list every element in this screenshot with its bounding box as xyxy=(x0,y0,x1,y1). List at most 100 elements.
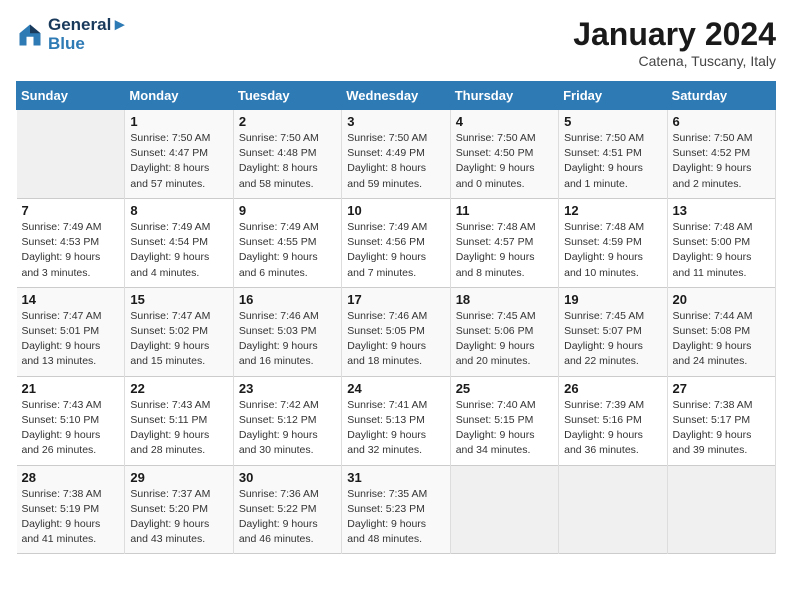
day-number: 19 xyxy=(564,292,661,307)
day-info: Sunrise: 7:45 AMSunset: 5:07 PMDaylight:… xyxy=(564,309,661,370)
day-info: Sunrise: 7:50 AMSunset: 4:51 PMDaylight:… xyxy=(564,131,661,192)
day-info: Sunrise: 7:50 AMSunset: 4:49 PMDaylight:… xyxy=(347,131,444,192)
weekday-header-sunday: Sunday xyxy=(17,82,125,110)
day-cell: 29Sunrise: 7:37 AMSunset: 5:20 PMDayligh… xyxy=(125,465,233,554)
day-info: Sunrise: 7:50 AMSunset: 4:50 PMDaylight:… xyxy=(456,131,553,192)
day-number: 1 xyxy=(130,114,227,129)
day-info: Sunrise: 7:46 AMSunset: 5:03 PMDaylight:… xyxy=(239,309,336,370)
day-cell: 19 Sunrise: 7:45 AMSunset: 5:07 PMDayligh… xyxy=(559,287,667,376)
day-number: 10 xyxy=(347,203,444,218)
day-info: Sunrise: 7:43 AMSunset: 5:10 PMDaylight:… xyxy=(22,398,120,459)
weekday-header-thursday: Thursday xyxy=(450,82,558,110)
day-cell xyxy=(17,110,125,199)
day-cell: 5 Sunrise: 7:50 AMSunset: 4:51 PMDaylight… xyxy=(559,110,667,199)
day-number: 13 xyxy=(673,203,770,218)
day-cell: 13 Sunrise: 7:48 AMSunset: 5:00 PMDayligh… xyxy=(667,198,775,287)
day-cell: 16 Sunrise: 7:46 AMSunset: 5:03 PMDayligh… xyxy=(233,287,341,376)
day-info: Sunrise: 7:42 AMSunset: 5:12 PMDaylight:… xyxy=(239,398,336,459)
day-number: 7 xyxy=(22,203,120,218)
day-number: 12 xyxy=(564,203,661,218)
day-number: 16 xyxy=(239,292,336,307)
day-number: 4 xyxy=(456,114,553,129)
day-number: 6 xyxy=(673,114,770,129)
day-cell: 15Sunrise: 7:47 AMSunset: 5:02 PMDayligh… xyxy=(125,287,233,376)
day-info: Sunrise: 7:48 AMSunset: 4:57 PMDaylight:… xyxy=(456,220,553,281)
day-number: 17 xyxy=(347,292,444,307)
day-info: Sunrise: 7:49 AMSunset: 4:53 PMDaylight:… xyxy=(22,220,120,281)
day-info: Sunrise: 7:44 AMSunset: 5:08 PMDaylight:… xyxy=(673,309,770,370)
day-info: Sunrise: 7:41 AMSunset: 5:13 PMDaylight:… xyxy=(347,398,444,459)
day-number: 20 xyxy=(673,292,770,307)
day-info: Sunrise: 7:40 AMSunset: 5:15 PMDaylight:… xyxy=(456,398,553,459)
day-number: 27 xyxy=(673,381,770,396)
day-cell: 1Sunrise: 7:50 AMSunset: 4:47 PMDaylight… xyxy=(125,110,233,199)
weekday-header-monday: Monday xyxy=(125,82,233,110)
day-number: 15 xyxy=(130,292,227,307)
day-cell: 20 Sunrise: 7:44 AMSunset: 5:08 PMDayligh… xyxy=(667,287,775,376)
logo-text: General► Blue xyxy=(48,16,128,53)
day-info: Sunrise: 7:38 AMSunset: 5:17 PMDaylight:… xyxy=(673,398,770,459)
day-number: 11 xyxy=(456,203,553,218)
weekday-header-wednesday: Wednesday xyxy=(342,82,450,110)
day-info: Sunrise: 7:37 AMSunset: 5:20 PMDaylight:… xyxy=(130,487,227,548)
day-info: Sunrise: 7:49 AMSunset: 4:56 PMDaylight:… xyxy=(347,220,444,281)
day-number: 8 xyxy=(130,203,227,218)
day-cell: 6 Sunrise: 7:50 AMSunset: 4:52 PMDaylight… xyxy=(667,110,775,199)
day-cell: 7 Sunrise: 7:49 AMSunset: 4:53 PMDaylight… xyxy=(17,198,125,287)
day-number: 14 xyxy=(22,292,120,307)
location-subtitle: Catena, Tuscany, Italy xyxy=(573,53,776,69)
day-info: Sunrise: 7:49 AMSunset: 4:55 PMDaylight:… xyxy=(239,220,336,281)
day-info: Sunrise: 7:48 AMSunset: 5:00 PMDaylight:… xyxy=(673,220,770,281)
day-cell: 2 Sunrise: 7:50 AMSunset: 4:48 PMDaylight… xyxy=(233,110,341,199)
day-number: 24 xyxy=(347,381,444,396)
day-cell: 4 Sunrise: 7:50 AMSunset: 4:50 PMDaylight… xyxy=(450,110,558,199)
day-info: Sunrise: 7:43 AMSunset: 5:11 PMDaylight:… xyxy=(130,398,227,459)
day-info: Sunrise: 7:36 AMSunset: 5:22 PMDaylight:… xyxy=(239,487,336,548)
day-cell: 31Sunrise: 7:35 AMSunset: 5:23 PMDayligh… xyxy=(342,465,450,554)
day-info: Sunrise: 7:49 AMSunset: 4:54 PMDaylight:… xyxy=(130,220,227,281)
day-info: Sunrise: 7:50 AMSunset: 4:52 PMDaylight:… xyxy=(673,131,770,192)
logo: General► Blue xyxy=(16,16,128,53)
day-cell: 17 Sunrise: 7:46 AMSunset: 5:05 PMDayligh… xyxy=(342,287,450,376)
day-number: 9 xyxy=(239,203,336,218)
day-number: 31 xyxy=(347,470,444,485)
week-row-5: 28 Sunrise: 7:38 AMSunset: 5:19 PMDayligh… xyxy=(17,465,776,554)
day-number: 2 xyxy=(239,114,336,129)
day-number: 25 xyxy=(456,381,553,396)
day-cell: 21 Sunrise: 7:43 AMSunset: 5:10 PMDayligh… xyxy=(17,376,125,465)
day-cell: 14Sunrise: 7:47 AMSunset: 5:01 PMDayligh… xyxy=(17,287,125,376)
day-number: 5 xyxy=(564,114,661,129)
day-cell: 27 Sunrise: 7:38 AMSunset: 5:17 PMDayligh… xyxy=(667,376,775,465)
weekday-header-friday: Friday xyxy=(559,82,667,110)
week-row-4: 21 Sunrise: 7:43 AMSunset: 5:10 PMDayligh… xyxy=(17,376,776,465)
day-cell: 3Sunrise: 7:50 AMSunset: 4:49 PMDaylight… xyxy=(342,110,450,199)
day-cell: 10 Sunrise: 7:49 AMSunset: 4:56 PMDayligh… xyxy=(342,198,450,287)
day-info: Sunrise: 7:48 AMSunset: 4:59 PMDaylight:… xyxy=(564,220,661,281)
day-cell xyxy=(667,465,775,554)
day-info: Sunrise: 7:50 AMSunset: 4:48 PMDaylight:… xyxy=(239,131,336,192)
calendar-table: SundayMondayTuesdayWednesdayThursdayFrid… xyxy=(16,81,776,554)
day-cell: 18Sunrise: 7:45 AMSunset: 5:06 PMDayligh… xyxy=(450,287,558,376)
day-number: 21 xyxy=(22,381,120,396)
day-number: 22 xyxy=(130,381,227,396)
day-cell: 30Sunrise: 7:36 AMSunset: 5:22 PMDayligh… xyxy=(233,465,341,554)
day-info: Sunrise: 7:38 AMSunset: 5:19 PMDaylight:… xyxy=(22,487,120,548)
week-row-2: 7 Sunrise: 7:49 AMSunset: 4:53 PMDaylight… xyxy=(17,198,776,287)
day-info: Sunrise: 7:46 AMSunset: 5:05 PMDaylight:… xyxy=(347,309,444,370)
day-number: 28 xyxy=(22,470,120,485)
day-cell: 22 Sunrise: 7:43 AMSunset: 5:11 PMDayligh… xyxy=(125,376,233,465)
day-number: 26 xyxy=(564,381,661,396)
day-cell: 24 Sunrise: 7:41 AMSunset: 5:13 PMDayligh… xyxy=(342,376,450,465)
day-cell: 12 Sunrise: 7:48 AMSunset: 4:59 PMDayligh… xyxy=(559,198,667,287)
weekday-header-saturday: Saturday xyxy=(667,82,775,110)
weekday-header-row: SundayMondayTuesdayWednesdayThursdayFrid… xyxy=(17,82,776,110)
day-cell: 25 Sunrise: 7:40 AMSunset: 5:15 PMDayligh… xyxy=(450,376,558,465)
day-info: Sunrise: 7:45 AMSunset: 5:06 PMDaylight:… xyxy=(456,309,553,370)
day-cell: 8 Sunrise: 7:49 AMSunset: 4:54 PMDaylight… xyxy=(125,198,233,287)
day-cell xyxy=(559,465,667,554)
day-cell: 28 Sunrise: 7:38 AMSunset: 5:19 PMDayligh… xyxy=(17,465,125,554)
day-cell: 11 Sunrise: 7:48 AMSunset: 4:57 PMDayligh… xyxy=(450,198,558,287)
day-info: Sunrise: 7:39 AMSunset: 5:16 PMDaylight:… xyxy=(564,398,661,459)
week-row-3: 14Sunrise: 7:47 AMSunset: 5:01 PMDayligh… xyxy=(17,287,776,376)
title-block: January 2024 Catena, Tuscany, Italy xyxy=(573,16,776,69)
